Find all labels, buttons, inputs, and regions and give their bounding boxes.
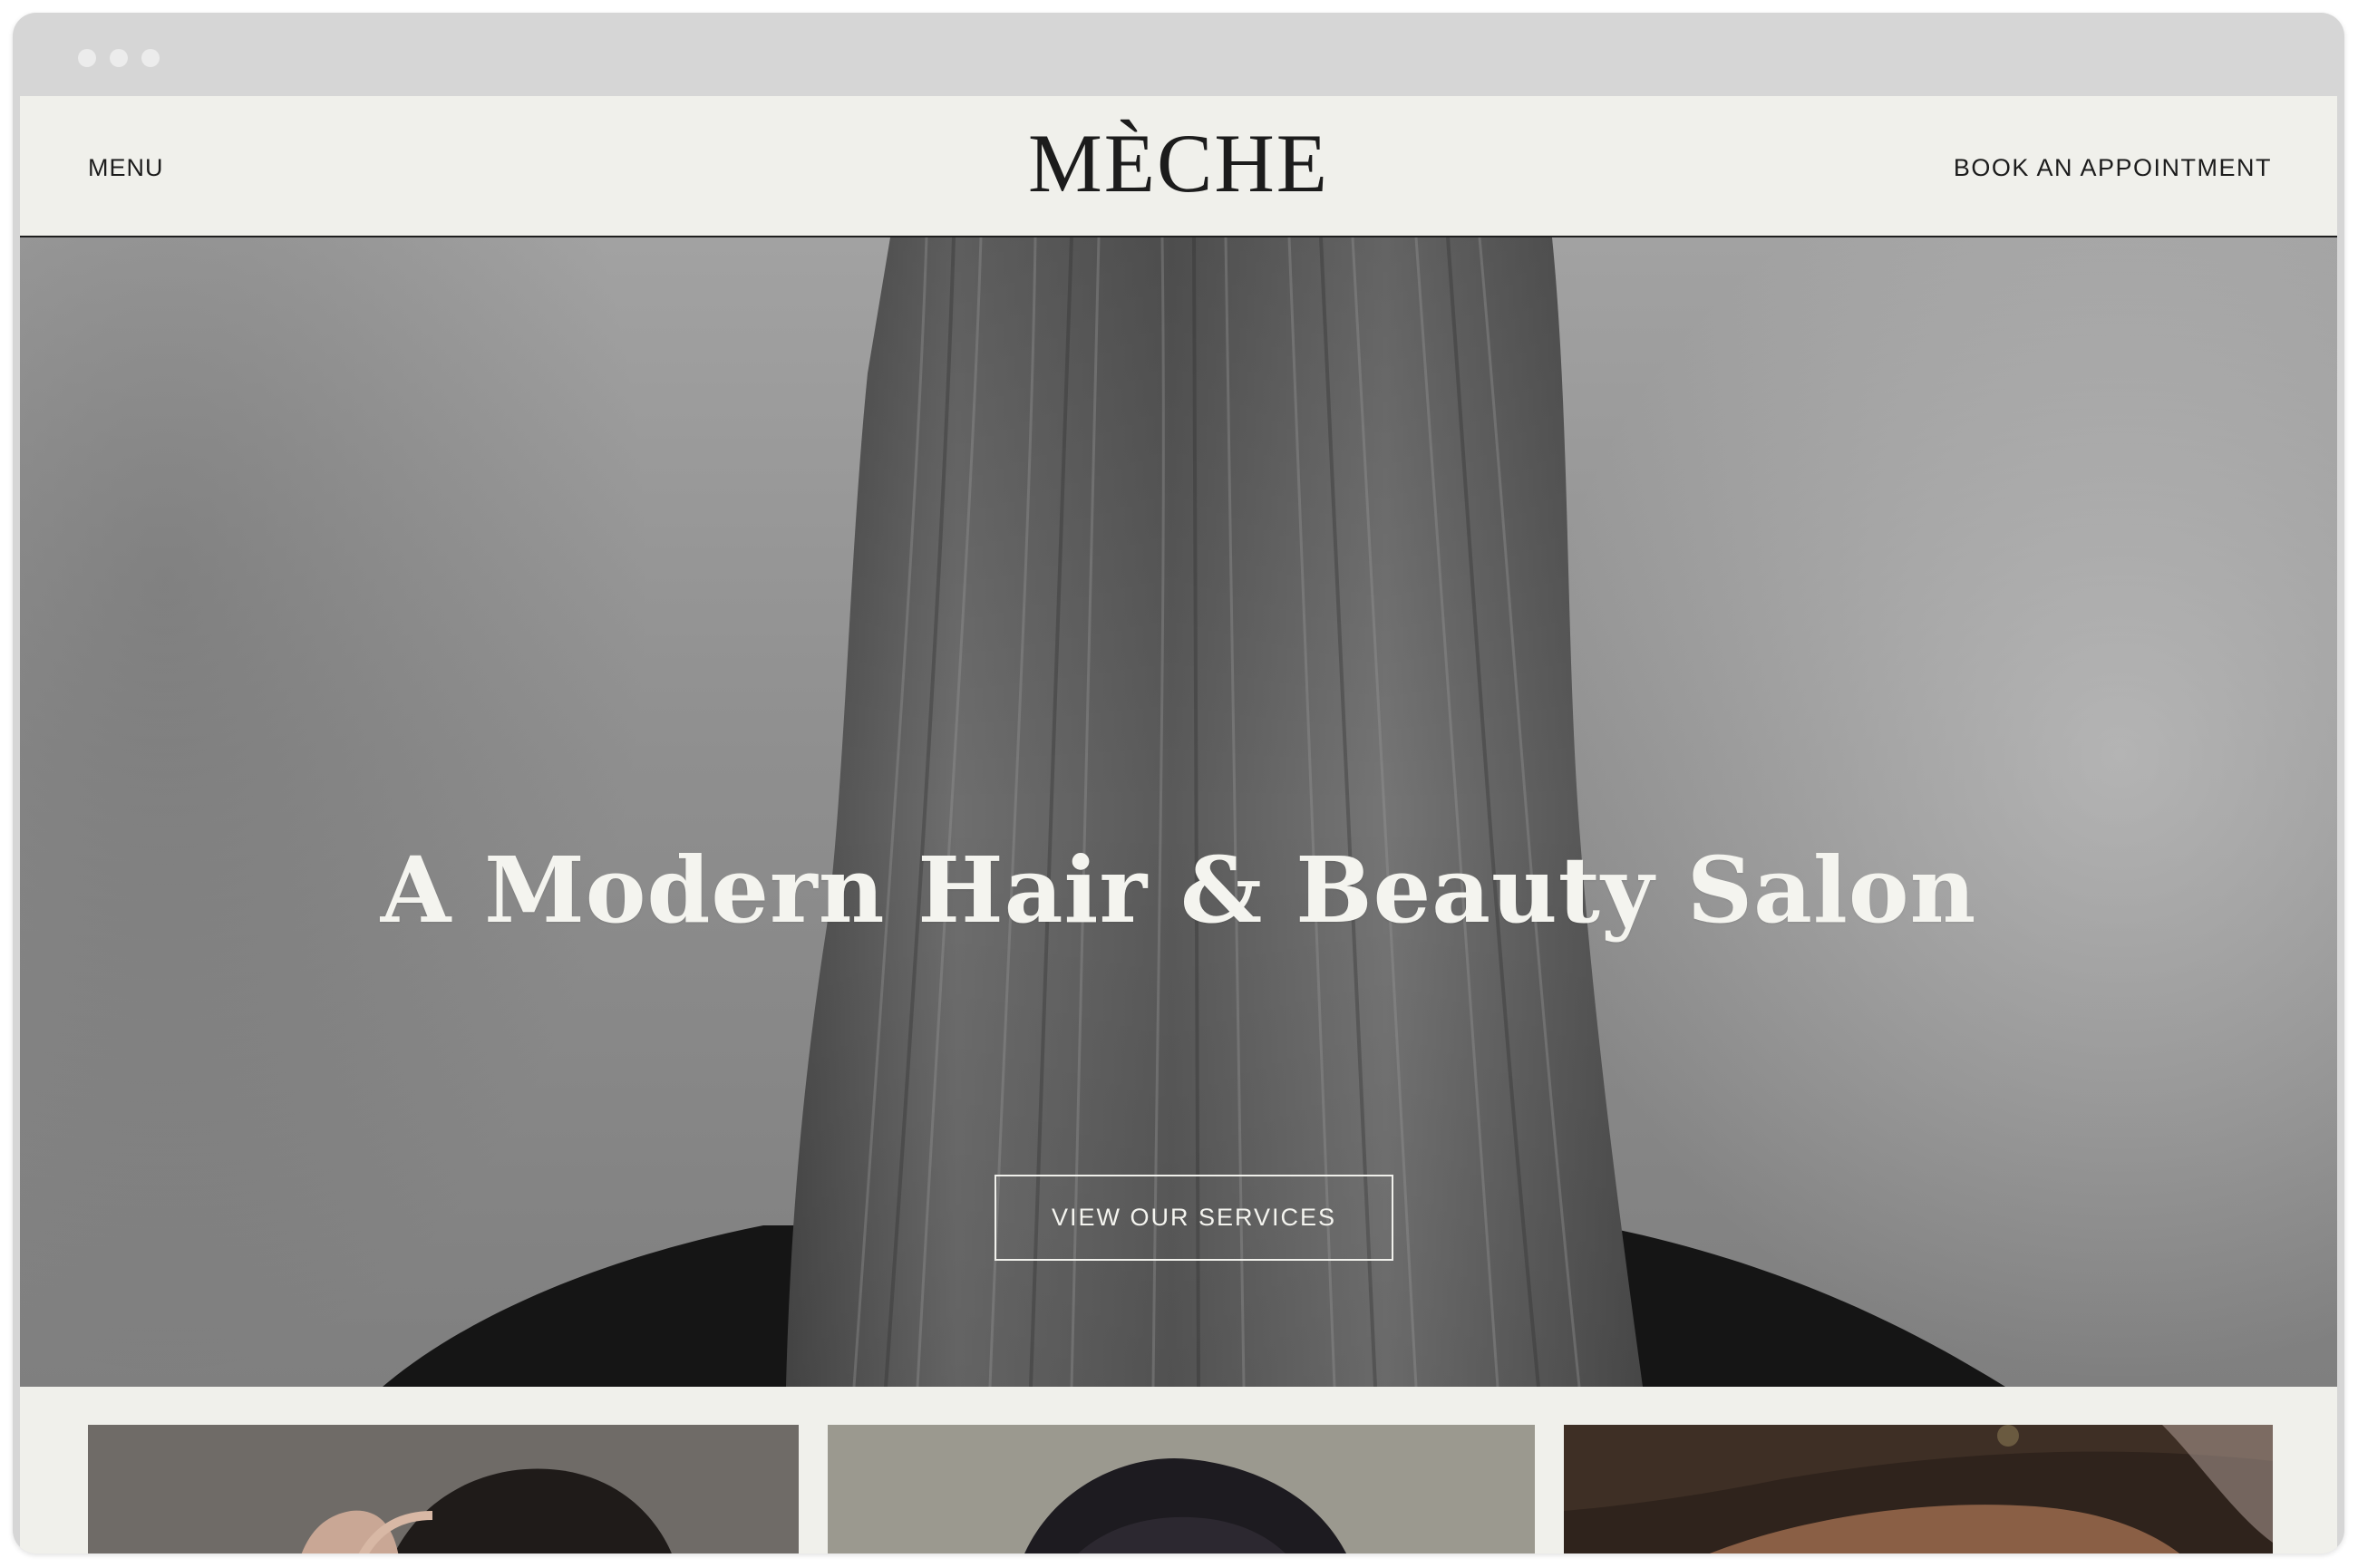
gallery-tile-woman-touching-hair[interactable]: [88, 1425, 799, 1553]
gallery-section: [20, 1387, 2337, 1553]
window-maximize-dot[interactable]: [141, 49, 160, 67]
hero-section: A Modern Hair & Beauty Salon VIEW OUR SE…: [20, 237, 2337, 1387]
window-minimize-dot[interactable]: [110, 49, 128, 67]
gallery-tile-dark-hair-portrait[interactable]: [828, 1425, 1535, 1553]
site-header: MENU MÈCHE BOOK AN APPOINTMENT: [20, 96, 2337, 237]
gallery-tile-woman-with-earring[interactable]: [1564, 1425, 2273, 1553]
hero-title: A Modern Hair & Beauty Salon: [380, 837, 1977, 944]
dark-hair-portrait-photo: [828, 1425, 1535, 1553]
browser-window: MENU MÈCHE BOOK AN APPOINTMENT A Modern …: [13, 13, 2344, 1553]
woman-with-earring-photo: [1564, 1425, 2273, 1553]
woman-touching-hair-photo: [88, 1425, 799, 1553]
book-appointment-link[interactable]: BOOK AN APPOINTMENT: [1954, 154, 2272, 182]
window-close-dot[interactable]: [78, 49, 96, 67]
view-services-button[interactable]: VIEW OUR SERVICES: [995, 1175, 1393, 1261]
browser-titlebar: [13, 13, 2344, 96]
web-page: MENU MÈCHE BOOK AN APPOINTMENT A Modern …: [20, 96, 2337, 1553]
